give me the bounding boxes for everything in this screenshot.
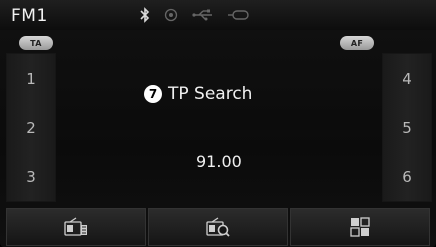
tp-search-message: 7 TP Search [144, 82, 252, 106]
radio-search-tab[interactable] [148, 208, 288, 246]
status-icons [140, 6, 250, 24]
preset-1-button[interactable]: 1 [7, 54, 55, 103]
menu-grid-icon [350, 217, 370, 237]
af-toggle[interactable]: AF [340, 36, 374, 50]
aux-icon [228, 9, 250, 21]
menu-tab[interactable] [290, 208, 430, 246]
step-number-badge: 7 [144, 85, 162, 103]
bluetooth-icon [140, 7, 150, 23]
tp-search-text: TP Search [168, 84, 253, 104]
bottom-tab-bar [6, 208, 430, 246]
radio-list-tab[interactable] [6, 208, 146, 246]
preset-4-button[interactable]: 4 [383, 54, 431, 103]
preset-2-button[interactable]: 2 [7, 103, 55, 152]
preset-column-right: 4 5 6 [382, 53, 432, 202]
preset-column-left: 1 2 3 [6, 53, 56, 202]
frequency-display: 91.00 [196, 152, 242, 171]
preset-5-button[interactable]: 5 [383, 103, 431, 152]
ta-toggle[interactable]: TA [19, 36, 53, 50]
band-label: FM1 [11, 6, 48, 26]
radio-list-icon [64, 217, 88, 237]
status-bar: FM1 [0, 0, 436, 30]
sync-icon [164, 8, 178, 22]
preset-6-button[interactable]: 6 [383, 152, 431, 201]
radio-search-icon [206, 217, 230, 237]
preset-3-button[interactable]: 3 [7, 152, 55, 201]
radio-screen: FM1 TA AF 1 2 3 4 5 6 7 TP Search 91.00 [0, 0, 436, 247]
usb-icon [192, 9, 214, 21]
